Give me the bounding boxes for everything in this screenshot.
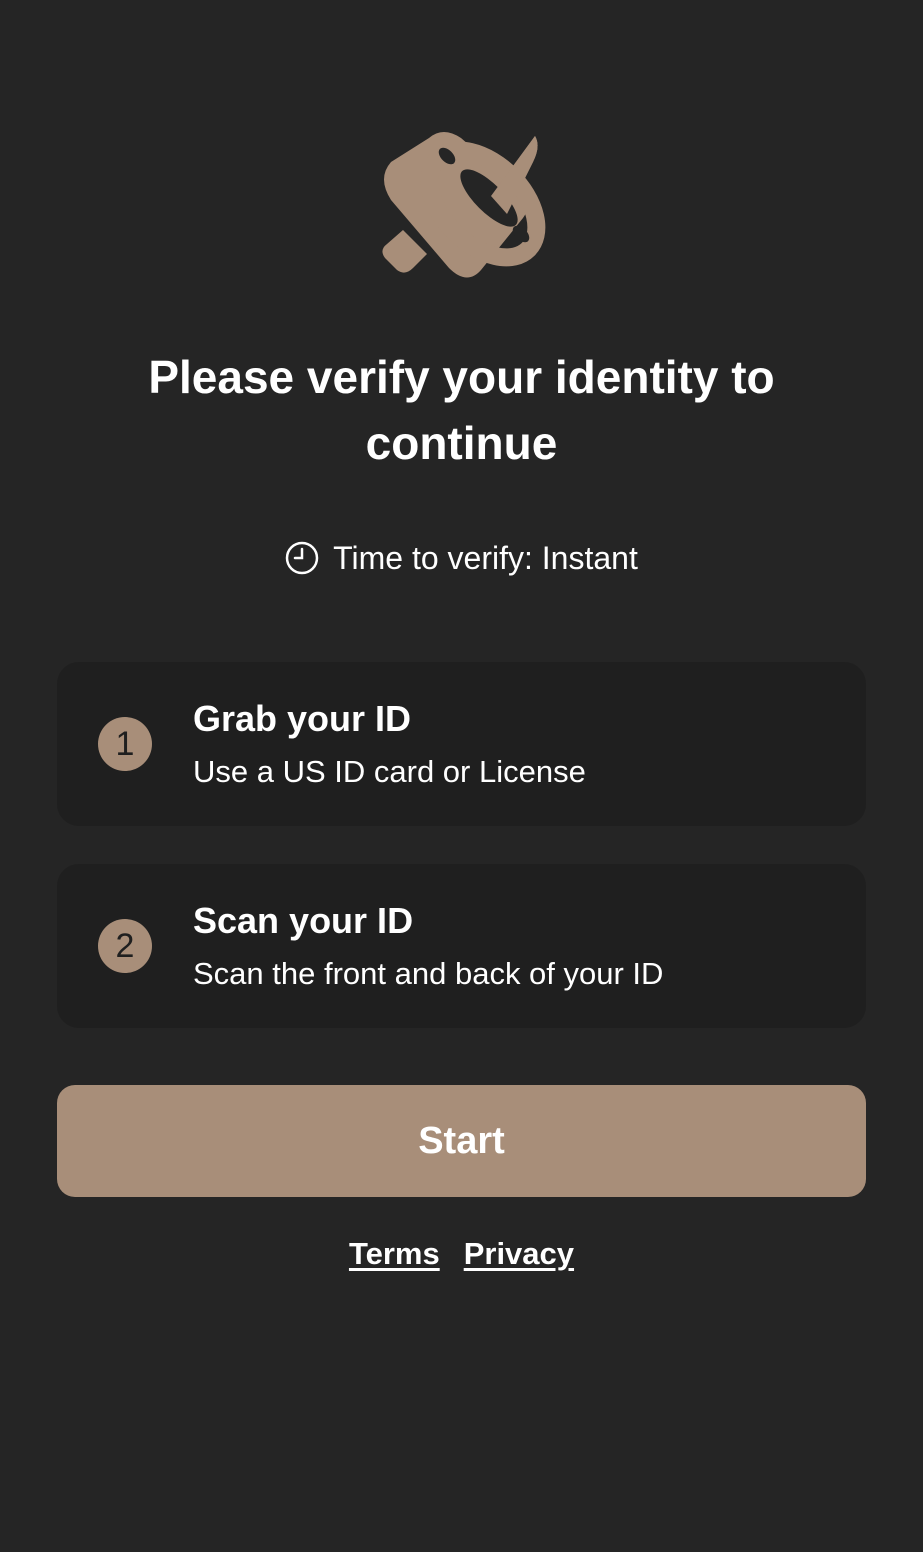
step-card-scan-id: 2 Scan your ID Scan the front and back o…	[57, 864, 866, 1028]
privacy-link[interactable]: Privacy	[464, 1236, 574, 1272]
footer-links: Terms Privacy	[0, 1236, 923, 1272]
step-card-grab-id: 1 Grab your ID Use a US ID card or Licen…	[57, 662, 866, 826]
page-title: Please verify your identity to continue	[148, 351, 775, 469]
step-description: Use a US ID card or License	[193, 754, 586, 789]
time-to-verify: Time to verify: Instant	[0, 536, 923, 580]
step-number-badge: 1	[98, 717, 152, 771]
orbit-emblem-icon	[382, 132, 546, 278]
start-button[interactable]: Start	[57, 1085, 866, 1197]
clock-icon	[285, 541, 319, 575]
step-title: Scan your ID	[193, 900, 414, 941]
step-title: Grab your ID	[193, 698, 412, 739]
time-to-verify-label: Time to verify: Instant	[333, 539, 638, 576]
step-description: Scan the front and back of your ID	[193, 956, 664, 991]
terms-link[interactable]: Terms	[349, 1236, 440, 1272]
verify-identity-screen: Please verify your identity to continue …	[0, 0, 923, 1552]
step-number-badge: 2	[98, 919, 152, 973]
